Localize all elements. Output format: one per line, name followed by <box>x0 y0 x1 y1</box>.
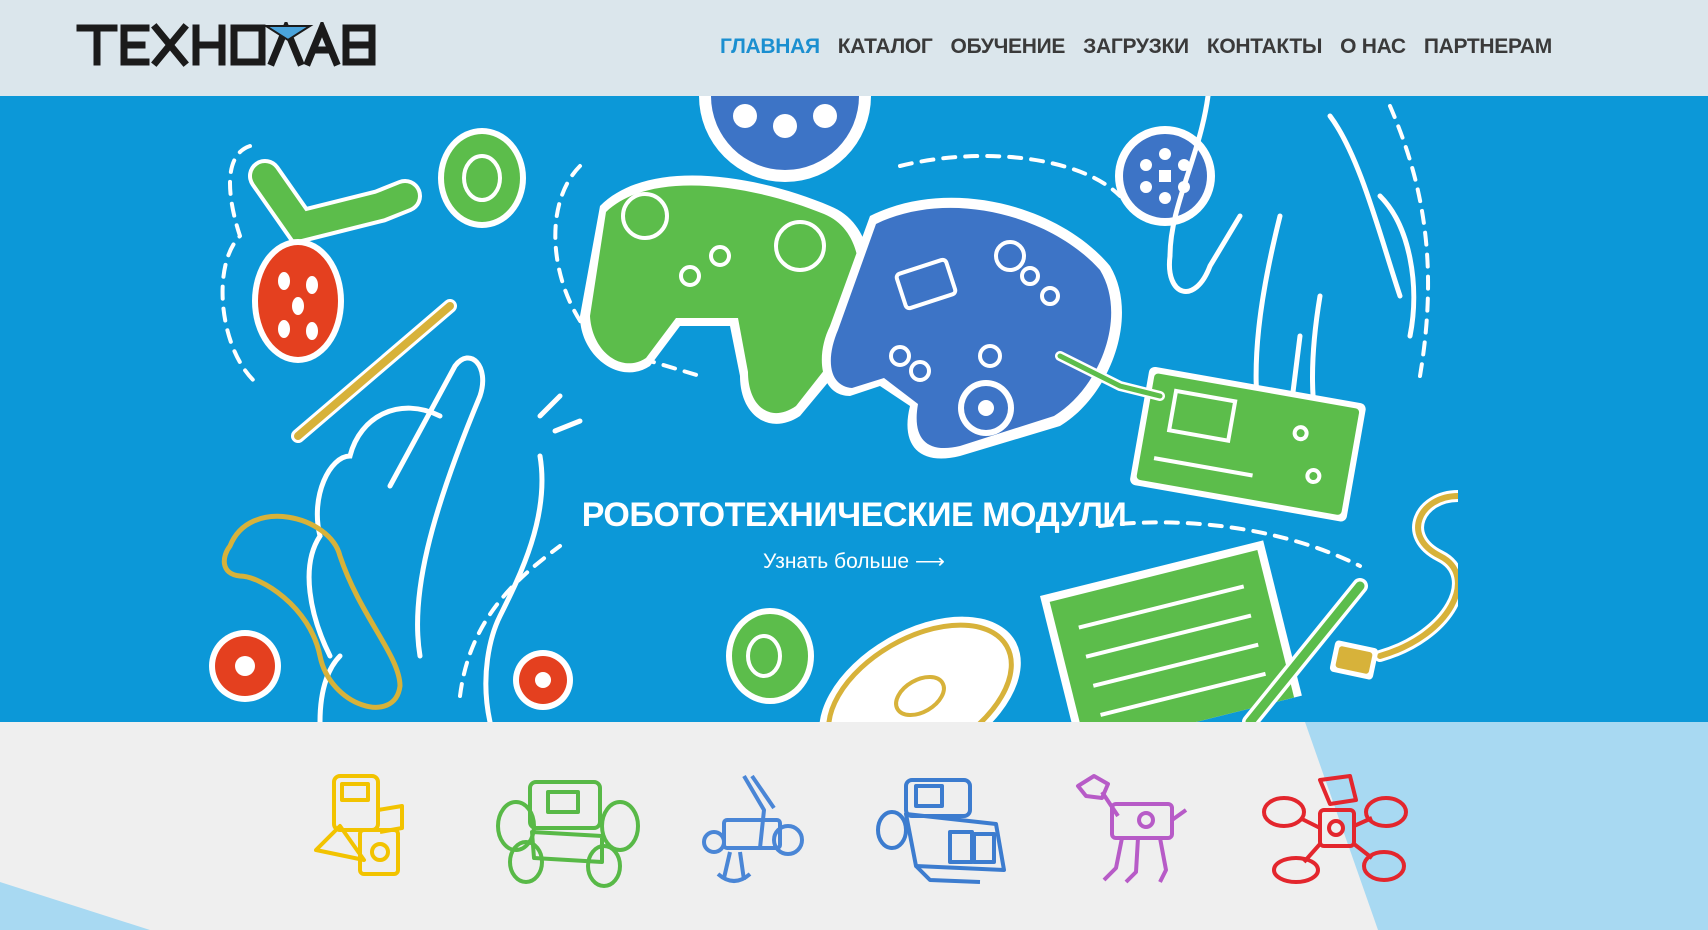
logo[interactable] <box>76 22 388 68</box>
green-gamepad <box>580 175 871 424</box>
product-purple-dog-robot[interactable] <box>1068 770 1198 890</box>
top-gear <box>699 96 871 182</box>
nav-item-home[interactable]: ГЛАВНАЯ <box>720 35 820 59</box>
hero-banner[interactable]: РОБОТОТЕХНИЧЕСКИЕ МОДУЛИ Узнать больше ⟶ <box>0 96 1708 722</box>
product-green-rover[interactable] <box>492 770 640 890</box>
site-header: ГЛАВНАЯ КАТАЛОГ ОБУЧЕНИЕ ЗАГРУЗКИ КОНТАК… <box>0 0 1708 96</box>
product-blue-arm-robot[interactable] <box>684 770 814 890</box>
blue-vehicle-icon <box>876 778 1006 884</box>
product-blue-vehicle[interactable] <box>876 770 1006 890</box>
nav-item-downloads[interactable]: ЗАГРУЗКИ <box>1083 35 1189 59</box>
blue-arm-robot-icon <box>702 774 804 883</box>
red-gear-large <box>209 630 281 702</box>
hero-text: РОБОТОТЕХНИЧЕСКИЕ МОДУЛИ Узнать больше ⟶ <box>0 496 1708 574</box>
red-drone-icon <box>1262 774 1408 884</box>
hero-title: РОБОТОТЕХНИЧЕСКИЕ МОДУЛИ <box>581 496 1127 534</box>
product-list <box>300 770 1408 890</box>
red-gear-small <box>513 650 573 710</box>
green-wheel <box>438 128 526 228</box>
nav-item-partners[interactable]: ПАРТНЕРАМ <box>1424 35 1552 59</box>
hero-illustration <box>209 96 1708 722</box>
green-rover-icon <box>496 780 640 888</box>
nav-item-contacts[interactable]: КОНТАКТЫ <box>1207 35 1323 59</box>
green-roll <box>726 608 814 704</box>
small-blue-gear <box>958 380 1014 436</box>
product-red-drone[interactable] <box>1260 770 1408 890</box>
nav-item-catalog[interactable]: КАТАЛОГ <box>838 35 933 59</box>
learn-more-link[interactable]: Узнать больше ⟶ <box>763 549 945 574</box>
yellow-robot-icon <box>314 774 404 876</box>
nav-item-about[interactable]: О НАС <box>1340 35 1406 59</box>
product-yellow-robot[interactable] <box>300 770 430 890</box>
purple-dog-robot-icon <box>1076 774 1188 884</box>
product-strip <box>0 722 1708 930</box>
gold-cd <box>819 616 1021 722</box>
green-arm-piece <box>248 159 422 246</box>
nav-item-learning[interactable]: ОБУЧЕНИЕ <box>951 35 1066 59</box>
main-nav: ГЛАВНАЯ КАТАЛОГ ОБУЧЕНИЕ ЗАГРУЗКИ КОНТАК… <box>720 30 1552 64</box>
red-disc <box>252 239 344 363</box>
